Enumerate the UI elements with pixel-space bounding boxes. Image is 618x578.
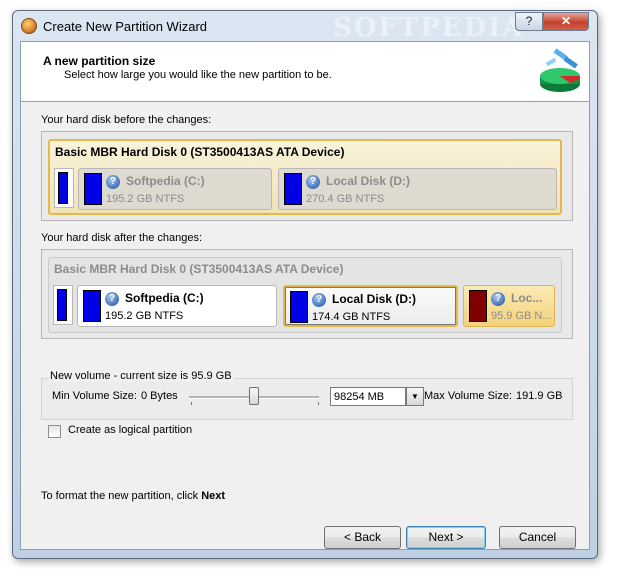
partition-name: Softpedia (C:) (126, 174, 205, 188)
footer-hint: To format the new partition, click Next (41, 490, 225, 502)
partition-size: 195.2 GB NTFS (106, 193, 185, 205)
chevron-down-icon: ▼ (411, 392, 419, 401)
before-disk-group: Basic MBR Hard Disk 0 (ST3500413AS ATA D… (41, 131, 573, 221)
watermark: SOFTPEDIA (333, 13, 525, 43)
footer-hint-next: Next (201, 490, 226, 502)
partition-wizard-icon (540, 48, 581, 92)
before-partition-c: ? Softpedia (C:) 195.2 GB NTFS (78, 168, 272, 210)
after-disk-group: Basic MBR Hard Disk 0 (ST3500413AS ATA D… (41, 249, 573, 339)
wizard-window: Create New Partition Wizard SOFTPEDIA ? … (12, 10, 598, 559)
partition-usage-bar (469, 290, 487, 322)
partition-usage-bar (83, 290, 101, 322)
unknown-drive-icon: ? (312, 293, 326, 307)
before-label: Your hard disk before the changes: (41, 114, 212, 126)
partition-usage-bar (290, 291, 308, 323)
unknown-drive-icon: ? (106, 175, 120, 189)
new-partition[interactable]: ? Loc... 95.9 GB N... (463, 285, 555, 327)
cancel-button[interactable]: Cancel (499, 526, 576, 549)
logical-partition-checkbox[interactable] (48, 425, 61, 438)
after-label: Your hard disk after the changes: (41, 232, 203, 244)
max-volume-value: 191.9 GB (516, 390, 563, 402)
partition-name: Softpedia (C:) (125, 291, 204, 305)
page-title: A new partition size (43, 54, 156, 68)
volume-size-slider-thumb[interactable] (249, 387, 259, 405)
page-subtitle: Select how large you would like the new … (64, 69, 332, 81)
before-partition-d: ? Local Disk (D:) 270.4 GB NTFS (278, 168, 557, 210)
logical-partition-label[interactable]: Create as logical partition (68, 424, 192, 436)
unknown-drive-icon: ? (105, 292, 119, 306)
footer-hint-text: To format the new partition, click (41, 490, 199, 502)
partition-name: Local Disk (D:) (332, 292, 417, 306)
min-volume-value: 0 Bytes (141, 390, 178, 402)
app-icon (21, 18, 37, 34)
size-unit-dropdown[interactable]: ▼ (406, 387, 424, 406)
partition-name: Local Disk (D:) (326, 174, 411, 188)
max-volume-label: Max Volume Size: (424, 390, 513, 402)
partition-name: Loc... (511, 291, 543, 305)
unknown-drive-icon: ? (306, 175, 320, 189)
after-disk-title: Basic MBR Hard Disk 0 (ST3500413AS ATA D… (54, 262, 344, 276)
wizard-body: A new partition size Select how large yo… (20, 41, 590, 550)
partition-usage-bar (284, 173, 302, 205)
wizard-header: A new partition size Select how large yo… (21, 42, 589, 102)
before-disk-map[interactable]: Basic MBR Hard Disk 0 (ST3500413AS ATA D… (48, 139, 562, 215)
unknown-drive-icon: ? (491, 292, 505, 306)
min-volume-label: Min Volume Size: (52, 390, 137, 402)
volume-size-input[interactable] (330, 387, 406, 406)
help-button[interactable]: ? (515, 12, 543, 31)
window-title: Create New Partition Wizard (43, 19, 207, 34)
close-button[interactable]: ✕ (543, 12, 589, 31)
partition-size: 95.9 GB N... (491, 310, 552, 322)
title-bar[interactable]: Create New Partition Wizard SOFTPEDIA ? … (13, 11, 597, 43)
after-partition-c[interactable]: ? Softpedia (C:) 195.2 GB NTFS (77, 285, 277, 327)
partition-usage-bar (84, 173, 102, 205)
reserved-partition (53, 285, 73, 325)
partition-size: 270.4 GB NTFS (306, 193, 385, 205)
new-volume-legend: New volume - current size is 95.9 GB (48, 370, 234, 382)
after-disk-map[interactable]: Basic MBR Hard Disk 0 (ST3500413AS ATA D… (48, 257, 562, 333)
partition-size: 195.2 GB NTFS (105, 310, 184, 322)
back-button[interactable]: < Back (324, 526, 401, 549)
after-partition-d[interactable]: ? Local Disk (D:) 174.4 GB NTFS (283, 285, 458, 327)
next-button[interactable]: Next > (406, 526, 486, 549)
partition-size: 174.4 GB NTFS (312, 311, 391, 323)
before-disk-title: Basic MBR Hard Disk 0 (ST3500413AS ATA D… (55, 145, 345, 159)
reserved-partition (54, 168, 74, 208)
